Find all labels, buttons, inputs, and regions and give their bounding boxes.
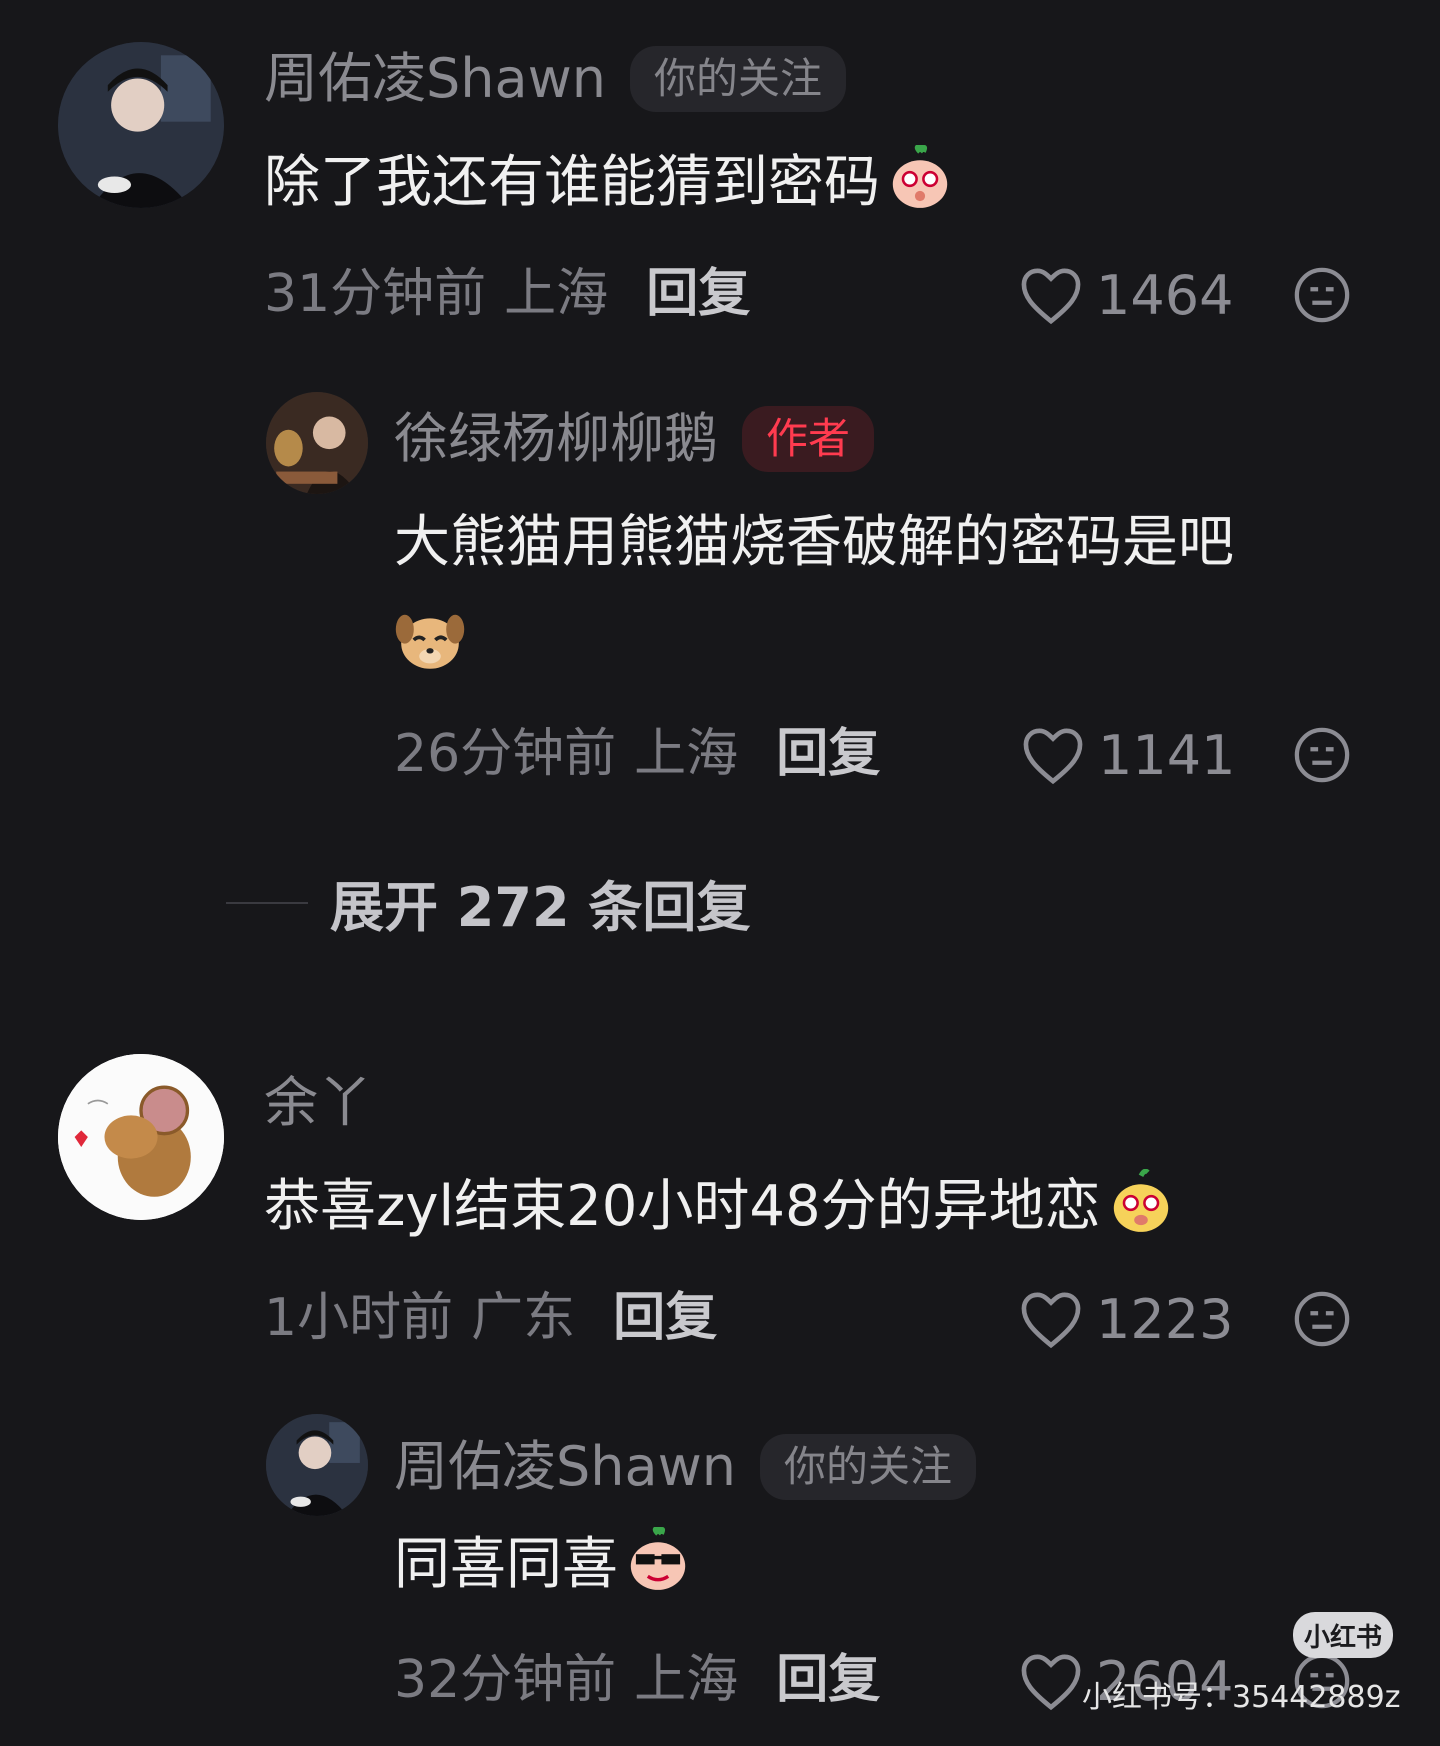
author-badge: 作者	[742, 406, 875, 472]
expand-replies-button[interactable]: 展开 272 条回复	[226, 863, 750, 942]
like-count: 1141	[1098, 724, 1236, 787]
avatar[interactable]	[58, 1054, 224, 1220]
like-count: 1223	[1096, 1288, 1234, 1351]
comment-time: 26分钟前	[394, 724, 617, 784]
like-count: 1464	[1096, 264, 1234, 327]
comment-text: 同喜同喜	[394, 1522, 692, 1608]
cool-sunglasses-emoji-icon	[630, 1527, 686, 1590]
neutral-face-icon[interactable]	[1293, 726, 1351, 784]
comment-time: 31分钟前	[264, 264, 487, 324]
heart-outline-icon	[1021, 268, 1081, 324]
following-badge: 你的关注	[629, 46, 846, 112]
dog-emoji-icon	[395, 614, 465, 669]
comment-text-content: 除了我还有谁能猜到密码	[264, 150, 880, 215]
comment-text: 恭喜zyl结束20小时48分的异地恋	[264, 1164, 1175, 1250]
comment-location: 上海	[634, 724, 739, 784]
divider	[226, 901, 308, 904]
comment-location: 上海	[634, 1650, 739, 1710]
comment-text-content: 同喜同喜	[394, 1532, 618, 1597]
username[interactable]: 徐绿杨柳柳鹅	[394, 412, 718, 466]
avatar[interactable]	[58, 42, 224, 208]
comment-location: 广东	[471, 1288, 576, 1348]
heart-outline-icon	[1021, 1654, 1081, 1710]
comment-text-content: 大熊猫用熊猫烧香破解的密码是吧	[394, 510, 1234, 575]
comment-text: 除了我还有谁能猜到密码	[264, 140, 954, 226]
reply-button[interactable]: 回复	[646, 268, 750, 320]
xiaohongshu-logo: 小红书	[1293, 1612, 1393, 1658]
username[interactable]: 周佑凌Shawn	[264, 52, 606, 106]
heart-outline-icon	[1023, 728, 1083, 784]
avatar[interactable]	[266, 392, 368, 494]
like-button[interactable]: 1141	[1022, 724, 1235, 787]
comment-location: 上海	[504, 264, 609, 324]
watermark-account-id: 小红书号：35442889z	[1082, 1680, 1401, 1715]
neutral-face-icon[interactable]	[1293, 1290, 1351, 1348]
happy-emoji-icon	[1113, 1169, 1168, 1232]
like-button[interactable]: 1464	[1020, 264, 1233, 327]
like-button[interactable]: 1223	[1020, 1288, 1233, 1351]
comment-text: 大熊猫用熊猫烧香破解的密码是吧	[394, 500, 1234, 586]
comment-time: 32分钟前	[394, 1650, 617, 1710]
username[interactable]: 余丫	[264, 1076, 372, 1130]
following-badge: 你的关注	[759, 1434, 976, 1500]
comment-time: 1小时前	[264, 1288, 454, 1348]
username[interactable]: 周佑凌Shawn	[394, 1440, 736, 1494]
blush-emoji-icon	[892, 145, 948, 208]
reply-button[interactable]: 回复	[613, 1292, 717, 1344]
reply-button[interactable]: 回复	[776, 1654, 880, 1706]
reply-button[interactable]: 回复	[776, 728, 880, 780]
avatar[interactable]	[266, 1414, 368, 1516]
neutral-face-icon[interactable]	[1293, 266, 1351, 324]
comment-text-content: 恭喜zyl结束20小时48分的异地恋	[264, 1174, 1101, 1239]
heart-outline-icon	[1021, 1292, 1081, 1348]
expand-replies-label: 展开 272 条回复	[330, 876, 751, 939]
